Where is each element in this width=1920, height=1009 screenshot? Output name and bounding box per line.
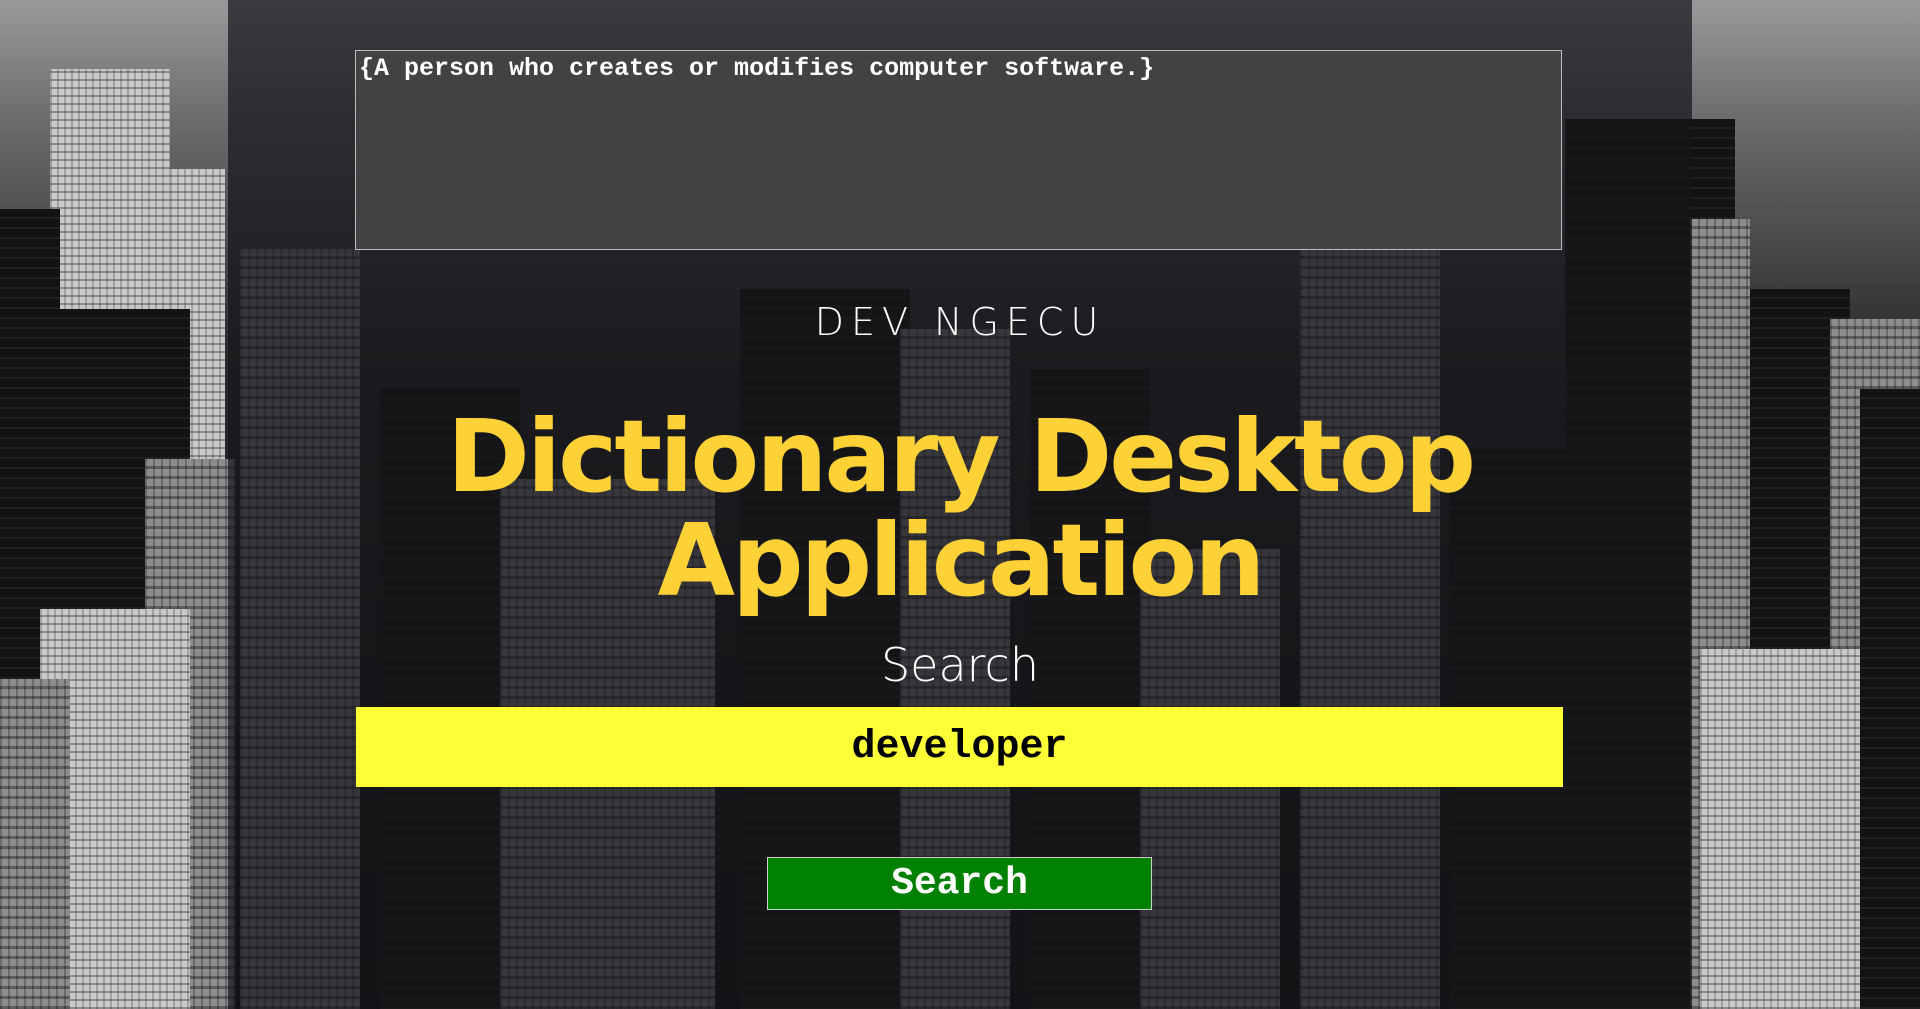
search-button[interactable]: Search <box>767 857 1152 910</box>
definition-output: {A person who creates or modifies comput… <box>355 50 1562 250</box>
search-input[interactable] <box>356 707 1563 787</box>
brand-name: DEV NGECU <box>814 300 1106 344</box>
page-title: Dictionary Desktop Application <box>446 398 1476 619</box>
search-heading: Search <box>880 638 1040 692</box>
